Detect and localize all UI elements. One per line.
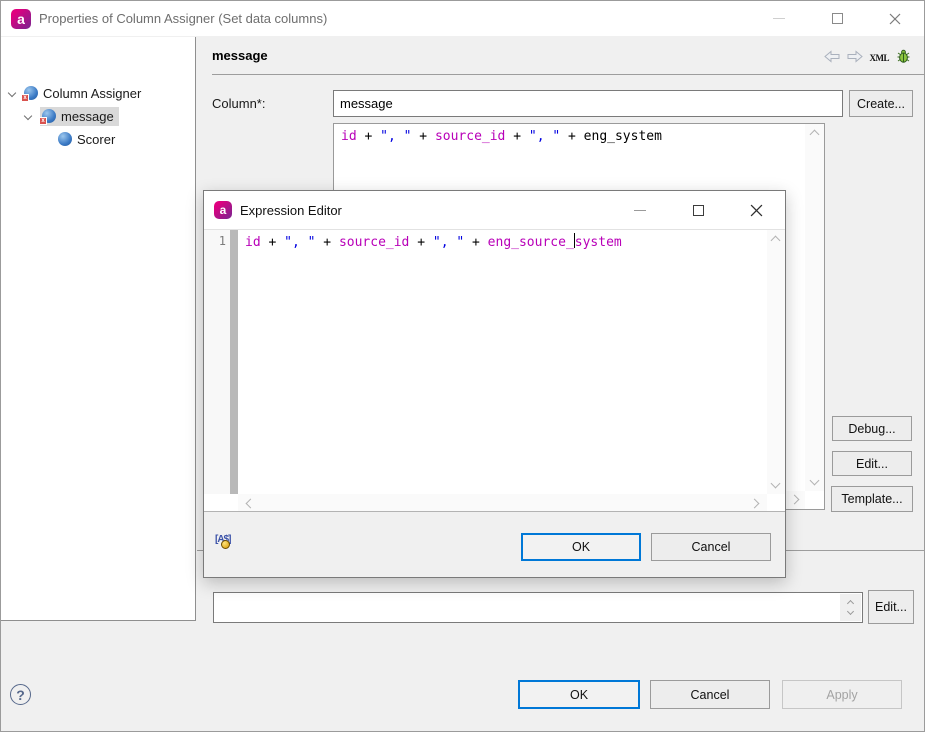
cancel-button[interactable]: Cancel — [650, 680, 770, 709]
header-toolbar: XML — [824, 49, 912, 67]
forward-button[interactable] — [847, 50, 863, 66]
close-button[interactable] — [866, 1, 924, 36]
window-controls — [750, 1, 924, 36]
create-button[interactable]: Create... — [849, 90, 913, 117]
scroll-right-button[interactable] — [786, 491, 803, 508]
value-spinner — [840, 594, 861, 621]
help-button[interactable]: ? — [10, 684, 31, 705]
minimize-button[interactable] — [750, 1, 808, 36]
debug-button[interactable]: Debug... — [832, 416, 912, 441]
edit-button[interactable]: Edit... — [832, 451, 912, 476]
dialog-button-bar: [A$] OK Cancel — [204, 511, 785, 577]
editor-vscrollbar[interactable] — [767, 230, 785, 494]
maximize-icon — [832, 13, 843, 24]
maximize-icon — [693, 205, 704, 216]
tree-item-label: Column Assigner — [43, 86, 141, 101]
component-tree: x Column Assigner x message Scorer — [1, 37, 196, 621]
debug-bug-button[interactable] — [896, 49, 911, 67]
component-icon — [58, 132, 72, 146]
tree-item-scorer[interactable]: Scorer — [58, 129, 115, 149]
tree-item-label: Scorer — [77, 132, 115, 147]
apply-button[interactable]: Apply — [782, 680, 902, 709]
window-titlebar: a Properties of Column Assigner (Set dat… — [1, 1, 924, 36]
tree-item-column-assigner[interactable]: x Column Assigner — [9, 83, 141, 103]
spinner-down-button[interactable] — [847, 608, 854, 615]
dialog-close-button[interactable] — [727, 191, 785, 229]
header-separator — [212, 74, 924, 75]
expression-editor-dialog: a Expression Editor 1 id + ", " + source… — [203, 190, 786, 578]
gutter-strip — [230, 230, 238, 494]
dialog-controls — [611, 191, 785, 229]
scroll-up-button[interactable] — [806, 126, 823, 143]
tree-item-label: message — [61, 109, 114, 124]
close-icon — [750, 204, 763, 217]
line-number-gutter: 1 — [204, 230, 230, 494]
app-icon: a — [11, 9, 31, 29]
dialog-expression-code: id + ", " + source_id + ", " + eng_sourc… — [245, 233, 622, 250]
scroll-down-button[interactable] — [767, 475, 784, 492]
dialog-title: Expression Editor — [240, 203, 342, 218]
main-expression-code: id + ", " + source_id + ", " + eng_syste… — [341, 129, 662, 144]
close-icon — [889, 13, 901, 25]
maximize-button[interactable] — [808, 1, 866, 36]
page-title: message — [212, 48, 268, 63]
minimize-icon — [634, 210, 646, 211]
dialog-minimize-button[interactable] — [611, 191, 669, 229]
dialog-ok-button[interactable]: OK — [521, 533, 641, 561]
component-error-icon: x — [24, 86, 38, 100]
column-input[interactable] — [333, 90, 843, 117]
variables-helper-button[interactable]: [A$] — [215, 530, 237, 554]
bee-icon — [221, 540, 230, 549]
window-title: Properties of Column Assigner (Set data … — [39, 11, 327, 26]
scroll-right-button[interactable] — [746, 495, 763, 512]
xml-view-button[interactable]: XML — [870, 53, 890, 63]
template-button[interactable]: Template... — [831, 486, 913, 512]
app-icon: a — [214, 201, 232, 219]
component-error-icon: x — [42, 109, 56, 123]
chevron-expanded-icon[interactable] — [24, 112, 32, 120]
forward-arrow-icon — [847, 50, 863, 63]
scroll-down-button[interactable] — [806, 472, 823, 489]
dialog-code-editor[interactable]: 1 id + ", " + source_id + ", " + eng_sou… — [204, 229, 785, 513]
selected-tree-item: x message — [40, 107, 119, 126]
spinner-up-button[interactable] — [847, 600, 854, 607]
back-button[interactable] — [824, 50, 840, 66]
bug-icon — [896, 49, 911, 64]
dialog-maximize-button[interactable] — [669, 191, 727, 229]
dialog-titlebar: a Expression Editor — [204, 191, 785, 229]
bottom-edit-button[interactable]: Edit... — [868, 590, 914, 624]
scroll-left-button[interactable] — [242, 495, 259, 512]
scroll-up-button[interactable] — [767, 232, 784, 249]
minimize-icon — [773, 18, 785, 19]
chevron-expanded-icon[interactable] — [8, 89, 16, 97]
properties-window: a Properties of Column Assigner (Set dat… — [0, 0, 925, 732]
back-arrow-icon — [824, 50, 840, 63]
column-label: Column*: — [212, 96, 265, 111]
dialog-cancel-button[interactable]: Cancel — [651, 533, 771, 561]
ok-button[interactable]: OK — [518, 680, 640, 709]
expression-vscrollbar[interactable] — [805, 124, 824, 491]
bottom-value-field[interactable] — [213, 592, 863, 623]
tree-item-message[interactable]: x message — [25, 106, 119, 126]
